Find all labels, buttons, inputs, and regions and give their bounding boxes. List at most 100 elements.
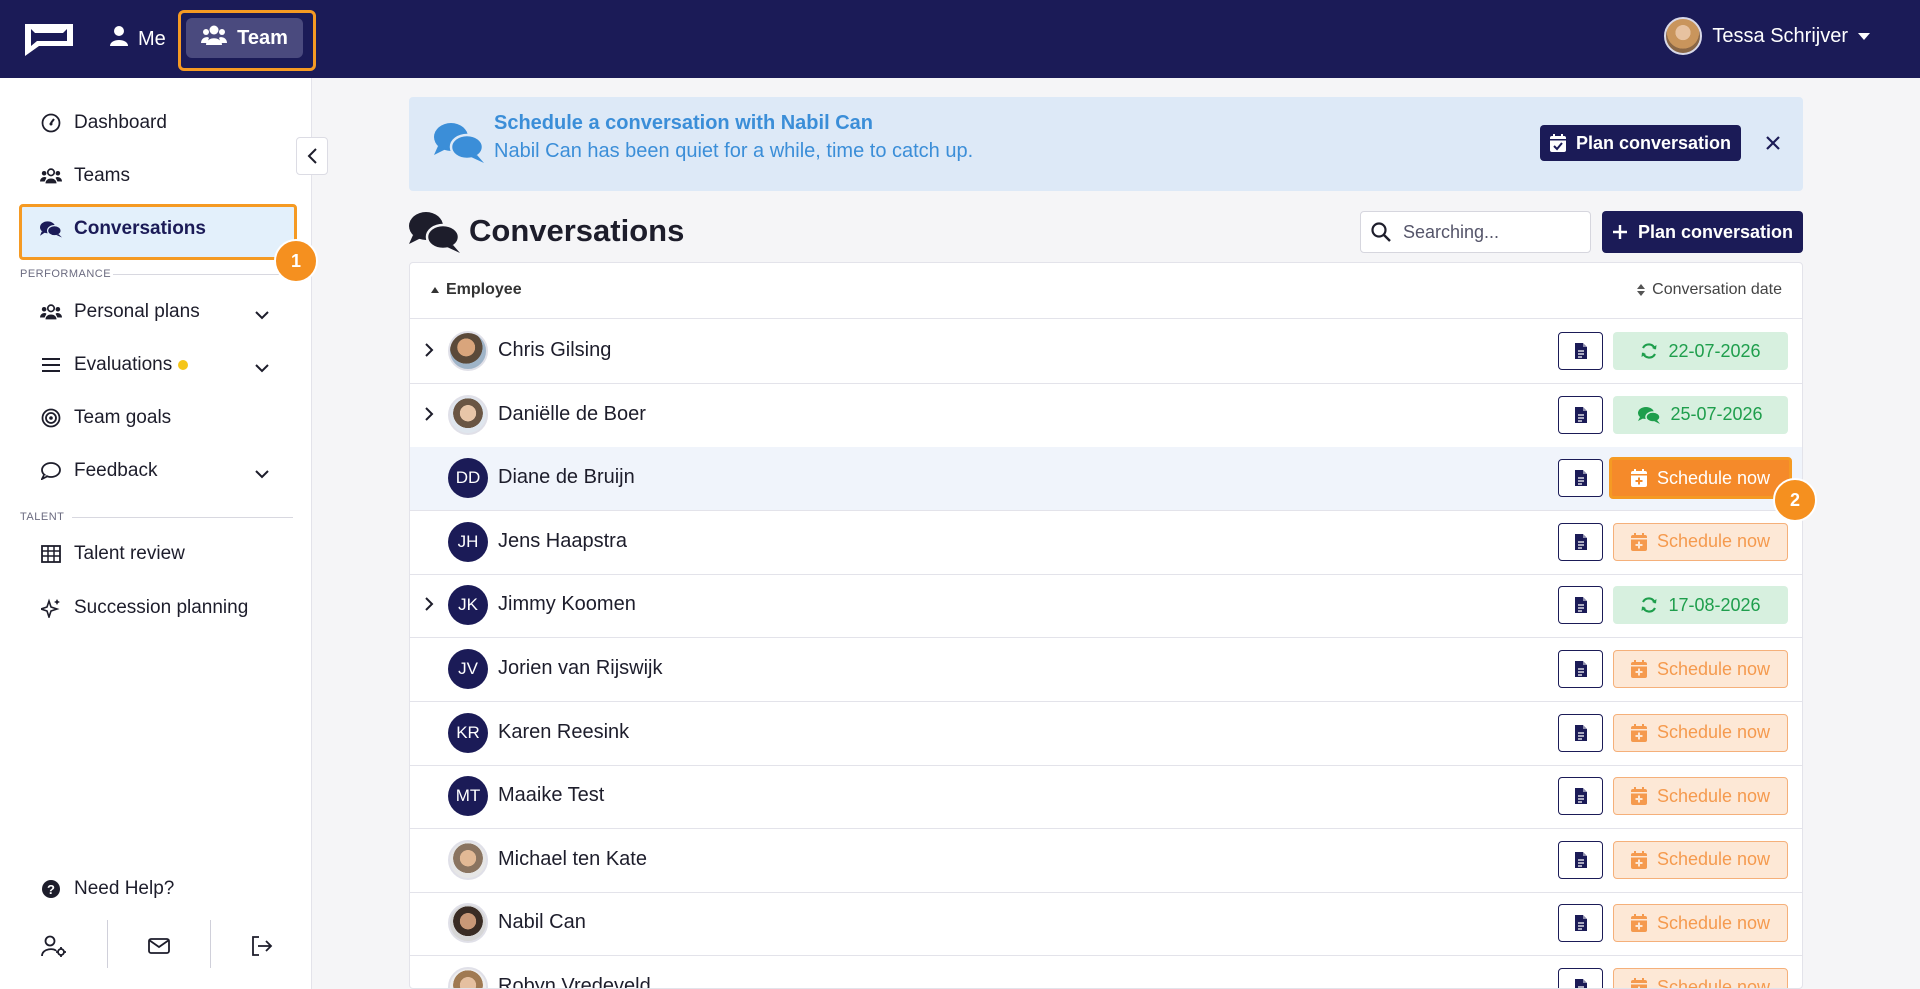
avatar: JK [448, 585, 488, 626]
employee-name[interactable]: Robyn Vredeveld [498, 975, 651, 988]
banner-button-label: Plan conversation [1575, 132, 1732, 153]
need-help-link[interactable]: ? Need Help? [40, 871, 280, 907]
table-row[interactable]: JV Jorien van Rijswijk Schedule now [410, 638, 1802, 702]
table-row[interactable]: Robyn Vredeveld Schedule now [410, 956, 1802, 988]
comments-icon [433, 121, 485, 170]
sidebar-item-succession-planning[interactable]: Succession planning [40, 590, 280, 626]
chevron-right-icon[interactable] [424, 596, 434, 617]
document-button[interactable] [1558, 395, 1603, 434]
avatar: KR [448, 712, 488, 753]
document-button[interactable] [1558, 522, 1603, 561]
nav-team[interactable]: Team [186, 18, 303, 58]
calendar-plus-icon [1630, 850, 1647, 869]
chevron-right-icon[interactable] [424, 406, 434, 427]
sort-date-header[interactable]: Conversation date [1636, 281, 1782, 299]
nav-team-label: Team [237, 26, 288, 49]
schedule-now-button[interactable]: Schedule now [1613, 650, 1788, 688]
nav-me[interactable]: Me [110, 22, 166, 56]
conversation-date-badge[interactable]: 25-07-2026 [1613, 395, 1788, 434]
table-row[interactable]: KR Karen Reesink Schedule now [410, 702, 1802, 766]
comments-icon [40, 218, 62, 240]
table-row[interactable]: Nabil Can Schedule now [410, 892, 1802, 957]
sidebar-item-label: Feedback [74, 460, 158, 481]
sidebar-item-label: Conversations [74, 218, 206, 239]
sidebar-item-personal-plans[interactable]: Personal plans [40, 294, 280, 330]
document-button[interactable] [1558, 904, 1603, 943]
sidebar-item-conversations[interactable]: Conversations [40, 211, 280, 247]
employee-name[interactable]: Jorien van Rijswijk [498, 657, 663, 680]
search-field[interactable] [1360, 211, 1591, 253]
employee-name[interactable]: Daniëlle de Boer [498, 403, 646, 426]
banner-plan-conversation-button[interactable]: Plan conversation [1540, 125, 1741, 161]
plan-conversation-button[interactable]: Plan conversation [1602, 211, 1803, 253]
file-icon [1574, 343, 1587, 359]
comments-icon [1638, 406, 1661, 424]
employee-name[interactable]: Nabil Can [498, 911, 586, 934]
file-icon [1574, 724, 1587, 741]
avatar: JV [448, 649, 488, 689]
schedule-now-button[interactable]: Schedule now [1613, 713, 1788, 752]
table-row[interactable]: DD Diane de Bruijn Schedule now [410, 447, 1802, 512]
schedule-now-button[interactable]: Schedule now [1613, 968, 1788, 988]
table-row[interactable]: JH Jens Haapstra Schedule now [410, 511, 1802, 575]
avatar [448, 839, 488, 880]
plan-button-label: Plan conversation [1637, 221, 1794, 242]
table-row[interactable]: Chris Gilsing 22-07-2026 [410, 320, 1802, 384]
document-button[interactable] [1558, 777, 1603, 816]
document-button[interactable] [1558, 586, 1603, 625]
document-button[interactable] [1558, 968, 1603, 988]
messages-button[interactable] [107, 923, 210, 969]
document-button[interactable] [1558, 650, 1603, 688]
table-row[interactable]: Michael ten Kate Schedule now [410, 829, 1802, 893]
avatar [448, 967, 488, 988]
schedule-now-button[interactable]: Schedule now [1613, 522, 1788, 561]
sidebar-item-label: Teams [74, 165, 130, 186]
document-button[interactable] [1558, 459, 1603, 498]
sidebar-item-evaluations[interactable]: Evaluations [40, 347, 280, 383]
user-cog-icon [40, 935, 66, 957]
employee-name[interactable]: Michael ten Kate [498, 848, 647, 871]
employee-name[interactable]: Jimmy Koomen [498, 593, 636, 616]
table-row[interactable]: JK Jimmy Koomen 17-08-2026 [410, 574, 1802, 639]
employee-name[interactable]: Diane de Bruijn [498, 466, 635, 489]
step-badge-2: 2 [1773, 478, 1817, 522]
section-label-talent: TALENT [20, 511, 65, 523]
table-row[interactable]: MT Maaike Test Schedule now [410, 765, 1802, 830]
search-input[interactable] [1403, 221, 1573, 243]
employee-name[interactable]: Maaike Test [498, 784, 604, 807]
calendar-plus-icon [1630, 660, 1647, 678]
employee-name[interactable]: Jens Haapstra [498, 530, 627, 553]
employee-name[interactable]: Chris Gilsing [498, 339, 611, 362]
sidebar-item-dashboard[interactable]: Dashboard [40, 105, 280, 141]
sort-employee-header[interactable]: Employee [430, 281, 522, 299]
chevron-right-icon[interactable] [424, 342, 434, 363]
logout-button[interactable] [210, 923, 313, 969]
document-button[interactable] [1558, 332, 1603, 370]
employee-name[interactable]: Karen Reesink [498, 721, 629, 744]
document-button[interactable] [1558, 840, 1603, 879]
sidebar-item-teams[interactable]: Teams [40, 158, 280, 194]
file-icon [1574, 915, 1587, 932]
app-logo[interactable] [19, 20, 77, 58]
schedule-now-button[interactable]: Schedule now [1613, 777, 1788, 816]
sidebar-collapse-button[interactable] [296, 137, 328, 175]
schedule-now-button[interactable]: Schedule now [1613, 840, 1788, 879]
sidebar-item-label: Evaluations [74, 354, 173, 375]
status-label: Schedule now [1656, 531, 1771, 552]
calendar-check-icon [1549, 134, 1566, 152]
schedule-now-button[interactable]: Schedule now [1613, 904, 1788, 943]
sidebar-item-feedback[interactable]: Feedback [40, 453, 280, 489]
schedule-now-button[interactable]: Schedule now [1609, 457, 1792, 500]
close-banner-button[interactable] [1759, 129, 1787, 157]
status-label: 22-07-2026 [1668, 340, 1761, 361]
refresh-icon [1641, 597, 1657, 614]
user-menu[interactable]: Tessa Schrijver [1664, 16, 1870, 56]
calendar-plus-icon [1630, 723, 1647, 742]
conversation-date-badge[interactable]: 22-07-2026 [1613, 332, 1788, 370]
conversation-date-badge[interactable]: 17-08-2026 [1613, 586, 1788, 625]
table-row[interactable]: Daniëlle de Boer 25-07-2026 [410, 384, 1802, 448]
sidebar-item-team-goals[interactable]: Team goals [40, 400, 280, 436]
sidebar-item-talent-review[interactable]: Talent review [40, 536, 280, 572]
user-settings-button[interactable] [2, 923, 105, 969]
document-button[interactable] [1558, 713, 1603, 752]
